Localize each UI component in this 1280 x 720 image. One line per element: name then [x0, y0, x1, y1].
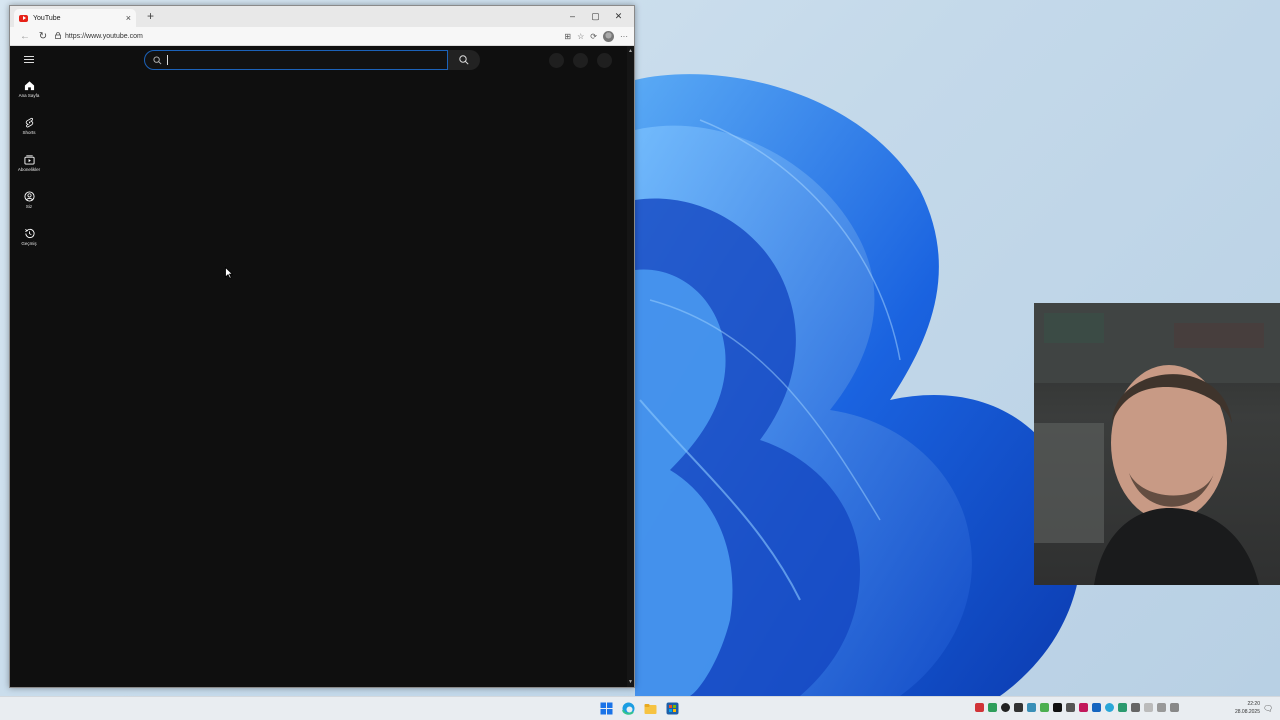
tab-title: YouTube [33, 14, 61, 22]
scroll-down-icon[interactable]: ▼ [628, 679, 633, 685]
edge-browser-icon[interactable] [622, 702, 635, 715]
create-button-placeholder[interactable] [549, 53, 564, 68]
minimize-button[interactable]: – [561, 8, 584, 24]
app-available-icon[interactable]: ⊞ [564, 32, 571, 41]
taskbar-clock[interactable]: 22:20 28.08.2025 [1226, 700, 1260, 716]
page-scrollbar[interactable]: ▲ ▼ [627, 46, 634, 687]
sidebar-item-you[interactable]: Siz [10, 191, 48, 228]
search-icon [153, 55, 162, 64]
bluetooth-icon[interactable] [1092, 703, 1101, 712]
volume-icon[interactable] [1170, 703, 1179, 712]
tab-youtube[interactable]: YouTube × [14, 9, 136, 27]
address-bar-row: ← ↻ https://www.youtube.com ⊞ ☆ ⟳ ··· [10, 27, 634, 46]
sidebar-label: Siz [25, 204, 33, 209]
profile-avatar-icon[interactable] [603, 30, 614, 42]
home-icon [24, 81, 34, 91]
new-tab-button[interactable]: + [147, 9, 154, 23]
file-explorer-icon[interactable] [644, 702, 657, 715]
tray-app-gray2-icon[interactable] [1131, 703, 1140, 712]
notifications-button-placeholder[interactable] [573, 53, 588, 68]
notification-bell-icon[interactable]: 🗨 [1263, 704, 1273, 713]
history-icon [24, 228, 35, 239]
usb-icon[interactable] [1144, 703, 1153, 712]
system-tray [975, 703, 1179, 712]
youtube-favicon-icon [19, 14, 28, 22]
taskbar: 22:20 28.08.2025 🗨 [0, 696, 1280, 720]
favorite-star-icon[interactable]: ☆ [577, 32, 584, 41]
tray-app-blue-icon[interactable] [1027, 703, 1036, 712]
tray-app-teal-icon[interactable] [1118, 703, 1127, 712]
account-avatar-placeholder[interactable] [597, 53, 612, 68]
sidebar-item-subscriptions[interactable]: Abonelikler [10, 154, 48, 191]
clock-time: 22:20 [1247, 701, 1260, 707]
more-menu-icon[interactable]: ··· [620, 32, 628, 41]
app-store-icon[interactable] [666, 702, 679, 715]
sidebar-item-history[interactable]: Geçmiş [10, 228, 48, 265]
windows-start-icon[interactable] [600, 702, 613, 715]
search-button-icon [459, 55, 469, 65]
tray-app-gray-icon[interactable] [1066, 703, 1075, 712]
tray-app-circle-icon[interactable] [1001, 703, 1010, 712]
collections-icon[interactable]: ⟳ [590, 32, 597, 41]
address-bar-tools: ⊞ ☆ ⟳ ··· [564, 30, 628, 42]
you-icon [23, 191, 35, 202]
sidebar-label: Shorts [22, 130, 36, 135]
url-text: https://www.youtube.com [65, 32, 143, 40]
tray-app-red-icon[interactable] [975, 703, 984, 712]
refresh-icon[interactable]: ↻ [34, 31, 52, 42]
scroll-up-icon[interactable]: ▲ [628, 48, 633, 54]
sidebar-label: Ana Sayfa [18, 93, 40, 98]
tray-app-cyan-icon[interactable] [1105, 703, 1114, 712]
sidebar-item-shorts[interactable]: Shorts [10, 117, 48, 154]
address-bar[interactable]: https://www.youtube.com [55, 29, 564, 44]
tray-app-leaf-icon[interactable] [1040, 703, 1049, 712]
tray-app-nvidia-icon[interactable] [1053, 703, 1062, 712]
tray-app-magenta-icon[interactable] [1079, 703, 1088, 712]
sidebar-label: Geçmiş [21, 241, 37, 246]
tray-app-green-icon[interactable] [988, 703, 997, 712]
shorts-icon [25, 117, 33, 128]
youtube-page: Ana Sayfa Shorts Abonelikler Siz Geçmiş … [10, 46, 634, 687]
mouse-cursor-icon [225, 267, 233, 279]
search-button[interactable] [448, 50, 480, 70]
youtube-sidebar: Ana Sayfa Shorts Abonelikler Siz Geçmiş [10, 80, 48, 265]
sidebar-item-home[interactable]: Ana Sayfa [10, 80, 48, 117]
window-controls: – ▢ ✕ [561, 8, 630, 24]
text-caret [167, 55, 168, 65]
sidebar-label: Abonelikler [17, 167, 41, 172]
network-icon[interactable] [1157, 703, 1166, 712]
subscriptions-icon [23, 155, 35, 165]
clock-date: 28.08.2025 [1234, 709, 1260, 715]
hamburger-menu-icon[interactable] [22, 54, 36, 66]
tab-close-icon[interactable]: × [126, 13, 131, 23]
lock-icon [55, 31, 61, 41]
close-window-button[interactable]: ✕ [607, 8, 630, 24]
browser-window: YouTube × + – ▢ ✕ ← ↻ https://www.youtub… [9, 5, 635, 688]
webcam-person-image [1034, 303, 1280, 585]
search-box[interactable] [144, 50, 448, 70]
tray-app-dark-icon[interactable] [1014, 703, 1023, 712]
maximize-button[interactable]: ▢ [584, 8, 607, 24]
webcam-overlay [1034, 303, 1280, 585]
back-arrow-icon[interactable]: ← [16, 31, 34, 42]
tab-bar: YouTube × + – ▢ ✕ [10, 6, 634, 27]
